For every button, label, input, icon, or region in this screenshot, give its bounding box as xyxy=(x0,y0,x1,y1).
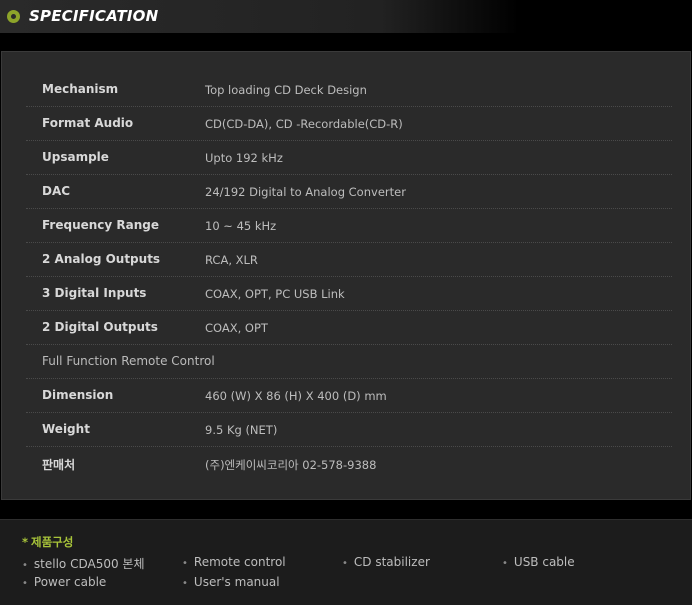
list-item-label: Remote control xyxy=(193,555,286,569)
list-item: • Power cable xyxy=(22,575,106,589)
bullet-icon: • xyxy=(342,558,348,569)
spec-table: Mechanism Top loading CD Deck Design For… xyxy=(26,73,672,480)
spec-row-digital-inputs: 3 Digital Inputs COAX, OPT, PC USB Link xyxy=(26,277,672,311)
spec-label: 3 Digital Inputs xyxy=(42,286,147,300)
spec-value: (주)엔케이씨코리아 02-578-9388 xyxy=(205,458,377,472)
spec-label: 2 Analog Outputs xyxy=(42,252,161,266)
bullet-icon: • xyxy=(22,560,28,571)
spec-label: Format Audio xyxy=(42,116,134,130)
spec-value: CD(CD-DA), CD -Recordable(CD-R) xyxy=(205,117,403,131)
spec-value: 9.5 Kg (NET) xyxy=(205,423,278,437)
bullet-icon: • xyxy=(502,558,508,569)
list-item: • CD stabilizer xyxy=(342,555,430,569)
list-item: • USB cable xyxy=(502,555,575,569)
spec-row-frequency-range: Frequency Range 10 ~ 45 kHz xyxy=(26,209,672,243)
spec-row-digital-outputs: 2 Digital Outputs COAX, OPT xyxy=(26,311,672,345)
spec-value: Top loading CD Deck Design xyxy=(205,83,367,97)
spec-label: Weight xyxy=(42,422,90,436)
spec-value: COAX, OPT xyxy=(205,321,268,335)
list-item-label: Power cable xyxy=(33,575,107,589)
list-item-label: CD stabilizer xyxy=(353,555,430,569)
spec-row-weight: Weight 9.5 Kg (NET) xyxy=(26,413,672,447)
spec-value: 460 (W) X 86 (H) X 400 (D) mm xyxy=(205,389,387,403)
asterisk-icon: * xyxy=(22,535,29,549)
package-contents-title: 제품구성 xyxy=(31,535,74,549)
bullet-circle-icon xyxy=(7,10,20,23)
spec-value: 24/192 Digital to Analog Converter xyxy=(205,185,406,199)
spec-value: 10 ~ 45 kHz xyxy=(205,219,277,233)
list-item: • User's manual xyxy=(182,575,280,589)
spec-label: 2 Digital Outputs xyxy=(42,320,158,334)
spec-label: Frequency Range xyxy=(42,218,160,232)
spec-row-upsample: Upsample Upto 192 kHz xyxy=(26,141,672,175)
bullet-icon: • xyxy=(182,578,188,589)
section-header: SPECIFICATION xyxy=(0,0,692,33)
spec-label: Dimension xyxy=(42,388,114,402)
spec-label: Upsample xyxy=(42,150,109,164)
spec-value: RCA, XLR xyxy=(205,253,258,267)
package-contents-heading: * 제품구성 xyxy=(22,534,73,550)
spec-label: 판매처 xyxy=(42,458,76,472)
spec-row-mechanism: Mechanism Top loading CD Deck Design xyxy=(26,73,672,107)
spec-row-analog-outputs: 2 Analog Outputs RCA, XLR xyxy=(26,243,672,277)
spec-row-format-audio: Format Audio CD(CD-DA), CD -Recordable(C… xyxy=(26,107,672,141)
spec-label: Mechanism xyxy=(42,82,119,96)
list-item-label: stello CDA500 본체 xyxy=(33,557,145,571)
spec-label: Full Function Remote Control xyxy=(42,354,215,368)
spec-row-remote-control: Full Function Remote Control xyxy=(26,345,672,379)
spec-value: Upto 192 kHz xyxy=(205,151,283,165)
spec-row-seller: 판매처 (주)엔케이씨코리아 02-578-9388 xyxy=(26,447,672,480)
spec-row-dac: DAC 24/192 Digital to Analog Converter xyxy=(26,175,672,209)
spec-row-dimension: Dimension 460 (W) X 86 (H) X 400 (D) mm xyxy=(26,379,672,413)
section-title: SPECIFICATION xyxy=(29,7,159,25)
list-item-label: USB cable xyxy=(513,555,575,569)
bullet-icon: • xyxy=(182,558,188,569)
specification-panel: Mechanism Top loading CD Deck Design For… xyxy=(1,51,691,500)
spec-label: DAC xyxy=(42,184,71,198)
spec-value: COAX, OPT, PC USB Link xyxy=(205,287,345,301)
list-item-label: User's manual xyxy=(193,575,280,589)
bullet-icon: • xyxy=(22,578,28,589)
package-contents: * 제품구성 • stello CDA500 본체 • Remote control … xyxy=(0,519,692,605)
list-item: • Remote control xyxy=(182,555,286,569)
list-item: • stello CDA500 본체 xyxy=(22,555,145,572)
